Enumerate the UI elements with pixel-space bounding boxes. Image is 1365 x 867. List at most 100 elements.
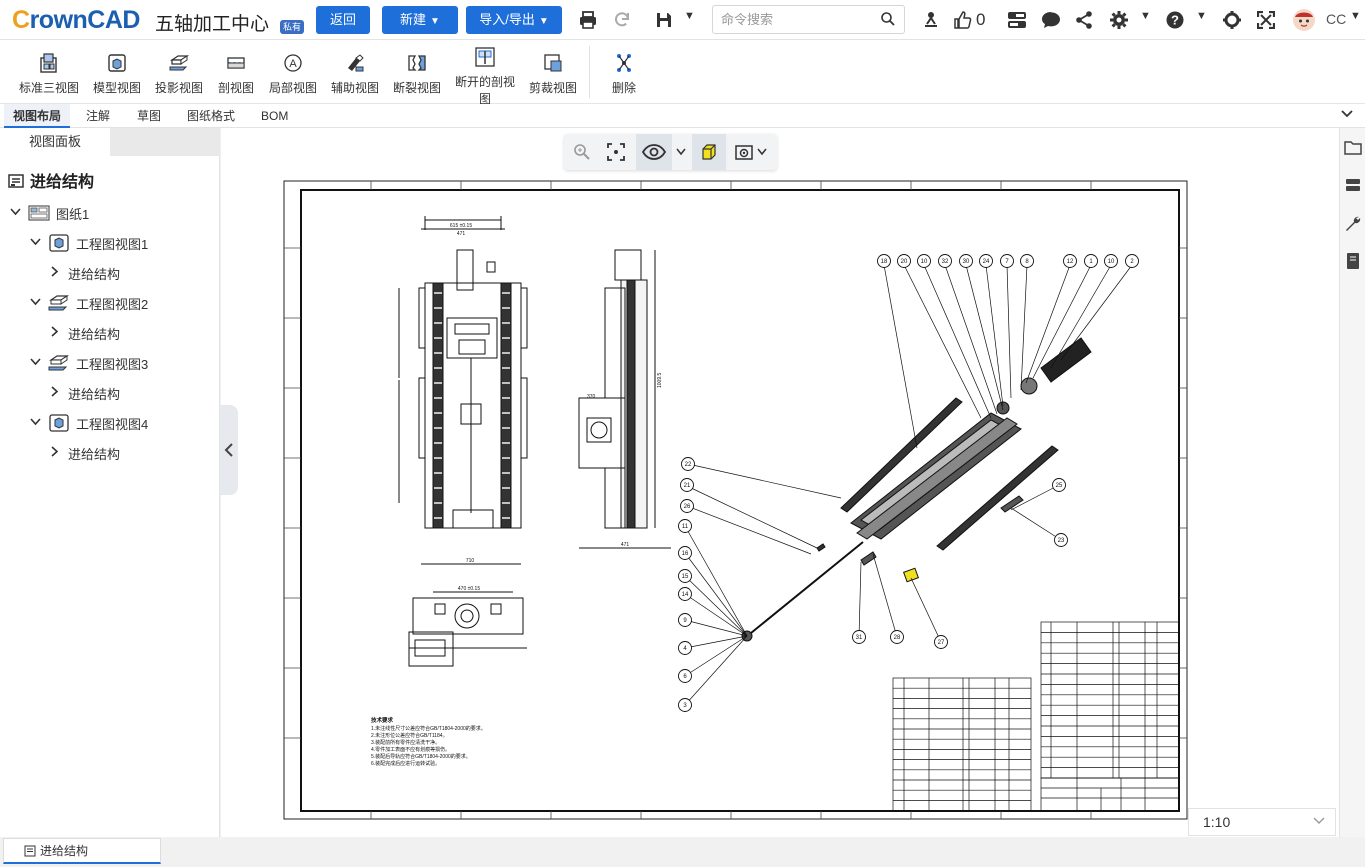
fullscreen-icon[interactable] — [1254, 8, 1278, 32]
visibility-chevron-down-icon[interactable] — [672, 134, 690, 170]
model-view-button[interactable]: 模型视图 — [90, 46, 144, 96]
refresh-icon[interactable] — [610, 8, 634, 32]
balloon-14[interactable]: 14 — [678, 587, 692, 601]
balloon-32[interactable]: 32 — [938, 254, 952, 268]
shaded-cube-icon[interactable] — [692, 134, 726, 170]
notebook-icon[interactable] — [1344, 252, 1362, 270]
balloon-7[interactable]: 7 — [1000, 254, 1014, 268]
tree-item-view-3[interactable]: 工程图视图3 — [28, 353, 148, 373]
balloon-8[interactable]: 8 — [1020, 254, 1034, 268]
zoom-icon[interactable] — [568, 134, 596, 170]
chevron-down-icon[interactable] — [28, 297, 42, 309]
comment-icon[interactable] — [1039, 8, 1063, 32]
delete-view-button[interactable]: 删除 — [604, 46, 644, 96]
save-icon[interactable] — [652, 8, 676, 32]
folder-icon[interactable] — [1344, 138, 1362, 156]
chevron-right-icon[interactable] — [48, 266, 62, 280]
like-button[interactable]: 0 — [953, 8, 991, 32]
balloon-1[interactable]: 1 — [1084, 254, 1098, 268]
chevron-down-icon[interactable] — [28, 237, 42, 249]
tree-item-view-3-child[interactable]: 进给结构 — [48, 383, 120, 403]
drawing-canvas[interactable]: 615 ±0.15 471 710 1009.5 370 471 470 ±0.… — [221, 128, 1339, 837]
balloon-15[interactable]: 15 — [678, 569, 692, 583]
camera-chevron-down-icon[interactable] — [757, 148, 767, 156]
balloon-2[interactable]: 2 — [1125, 254, 1139, 268]
balloon-31[interactable]: 31 — [852, 630, 866, 644]
zoom-fit-icon[interactable] — [602, 134, 630, 170]
ribbon-collapse-chevron-icon[interactable] — [1341, 108, 1353, 122]
settings-chevron-down-icon[interactable]: ▼ — [1140, 10, 1151, 22]
tab-bom[interactable]: BOM — [261, 104, 288, 128]
balloon-10[interactable]: 10 — [917, 254, 931, 268]
chevron-right-icon[interactable] — [48, 386, 62, 400]
avatar[interactable] — [1292, 8, 1316, 32]
broken-out-section-button[interactable]: 断开的剖视 图 — [452, 46, 518, 107]
balloon-18[interactable]: 18 — [877, 254, 891, 268]
chevron-down-icon[interactable] — [8, 207, 22, 219]
tree-item-view-4[interactable]: 工程图视图4 — [28, 413, 148, 433]
tab-view-layout[interactable]: 视图布局 — [4, 104, 70, 128]
balloon-4[interactable]: 4 — [678, 641, 692, 655]
help-icon[interactable]: ? — [1163, 8, 1187, 32]
tree-item-view-1-child[interactable]: 进给结构 — [48, 263, 120, 283]
balloon-23[interactable]: 23 — [1054, 533, 1068, 547]
balloon-25[interactable]: 25 — [1052, 478, 1066, 492]
save-dropdown-chevron-icon[interactable]: ▼ — [684, 10, 695, 22]
bottom-tab-feed-structure[interactable]: 进给结构 — [3, 838, 161, 864]
print-icon[interactable] — [576, 8, 600, 32]
share-icon[interactable] — [1072, 8, 1096, 32]
balloon-28[interactable]: 28 — [890, 630, 904, 644]
layers-icon[interactable] — [1344, 176, 1362, 194]
document-title[interactable]: 五轴加工中心 — [155, 9, 269, 36]
robot-arm-icon[interactable] — [919, 8, 943, 32]
chevron-down-icon[interactable] — [28, 357, 42, 369]
balloon-12[interactable]: 12 — [1063, 254, 1077, 268]
balloon-10[interactable]: 10 — [1104, 254, 1118, 268]
balloon-11[interactable]: 11 — [678, 519, 692, 533]
tab-annotation[interactable]: 注解 — [86, 104, 110, 128]
projection-view-button[interactable]: 投影视图 — [152, 46, 206, 96]
panel-collapse-handle[interactable] — [220, 405, 238, 495]
help-chevron-down-icon[interactable]: ▼ — [1196, 10, 1207, 22]
drawing-sheet[interactable]: 615 ±0.15 471 710 1009.5 370 471 470 ±0.… — [221, 128, 1339, 837]
crop-view-button[interactable]: 剪裁视图 — [526, 46, 580, 96]
tree-item-view-4-child[interactable]: 进给结构 — [48, 443, 120, 463]
back-button[interactable]: 返回 — [316, 6, 370, 34]
tree-item-view-1[interactable]: 工程图视图1 — [28, 233, 148, 253]
balloon-16[interactable]: 16 — [678, 546, 692, 560]
chevron-right-icon[interactable] — [48, 446, 62, 460]
tab-sketch[interactable]: 草图 — [137, 104, 161, 128]
balloon-6[interactable]: 6 — [678, 669, 692, 683]
broken-view-button[interactable]: 断裂视图 — [390, 46, 444, 96]
balloon-24[interactable]: 24 — [979, 254, 993, 268]
new-button[interactable]: 新建 ▼ — [382, 6, 458, 34]
user-menu-chevron-down-icon[interactable]: ▼ — [1350, 10, 1361, 22]
balloon-21[interactable]: 21 — [680, 478, 694, 492]
balloon-27[interactable]: 27 — [934, 635, 948, 649]
standard-three-view-button[interactable]: 标准三视图 — [18, 46, 80, 96]
preferences-gear-icon[interactable] — [1220, 8, 1244, 32]
tab-sheet-format[interactable]: 图纸格式 — [187, 104, 235, 128]
tree-item-view-2-child[interactable]: 进给结构 — [48, 323, 120, 343]
section-view-button[interactable]: 剖视图 — [214, 46, 258, 96]
tree-item-sheet[interactable]: 图纸1 — [8, 203, 89, 223]
balloon-30[interactable]: 30 — [959, 254, 973, 268]
user-name[interactable]: CC — [1326, 11, 1346, 27]
balloon-3[interactable]: 3 — [678, 698, 692, 712]
balloon-9[interactable]: 9 — [678, 613, 692, 627]
command-search[interactable] — [712, 5, 905, 34]
tree-item-view-2[interactable]: 工程图视图2 — [28, 293, 148, 313]
wrench-icon[interactable] — [1344, 214, 1362, 232]
app-logo[interactable]: CrownCAD — [12, 6, 140, 35]
search-icon[interactable] — [880, 11, 896, 27]
import-export-button[interactable]: 导入/导出 ▼ — [466, 6, 562, 34]
chevron-right-icon[interactable] — [48, 326, 62, 340]
sheet-scale-select[interactable]: 1:10 — [1188, 808, 1336, 836]
detail-view-button[interactable]: A 局部视图 — [266, 46, 320, 96]
auxiliary-view-button[interactable]: 辅助视图 — [328, 46, 382, 96]
chevron-down-icon[interactable] — [28, 417, 42, 429]
balloon-22[interactable]: 22 — [681, 457, 695, 471]
visibility-eye-icon[interactable] — [636, 134, 672, 170]
panel-toggle-icon[interactable] — [1005, 8, 1029, 32]
camera-view-icon[interactable] — [732, 134, 770, 170]
